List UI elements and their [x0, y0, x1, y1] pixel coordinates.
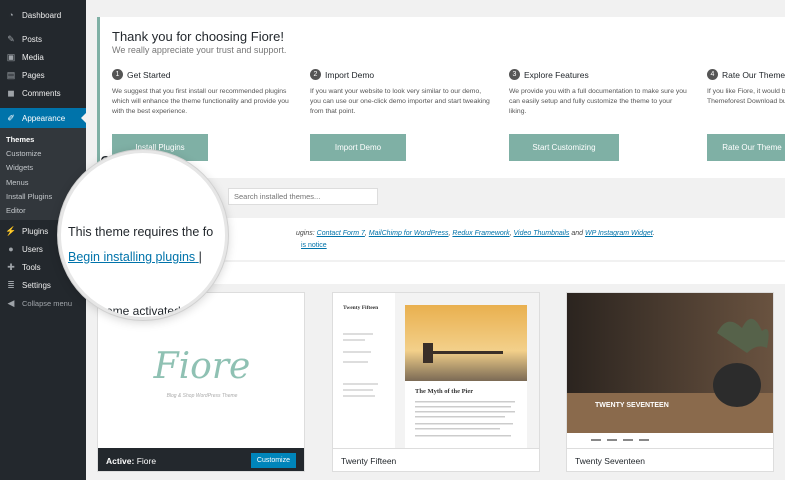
theme-card-fiore[interactable]: Fiore Blog & Shop WordPress Theme Active…	[97, 292, 305, 472]
theme-card-twenty-fifteen[interactable]: Twenty Fifteen The Myth of the Pier Twen…	[332, 292, 540, 472]
sidebar-item-label: Posts	[22, 34, 43, 44]
step-description: If you want your website to look very si…	[310, 88, 490, 115]
step-number: 1	[112, 69, 123, 80]
sidebar-item-label: Pages	[22, 70, 45, 80]
step-number: 3	[509, 69, 520, 80]
start-customizing-button[interactable]: Start Customizing	[509, 134, 619, 161]
step-rate-theme: 4 Rate Our Theme If you like Fiore, it wo…	[707, 69, 785, 107]
submenu-install-plugins[interactable]: Install Plugins	[6, 192, 52, 201]
step-description: We suggest that you first install our re…	[112, 88, 289, 115]
step-explore-features: 3 Explore Features We provide you with a …	[509, 69, 689, 117]
sidebar-item-media[interactable]: ▣ Media	[0, 48, 86, 66]
customize-button[interactable]: Customize	[250, 453, 296, 468]
theme-screenshot: TWENTY SEVENTEEN	[567, 293, 773, 448]
collapse-icon: ◀	[7, 297, 15, 308]
welcome-subtitle: We really appreciate your trust and supp…	[112, 45, 287, 55]
sidebar-item-pages[interactable]: ▤ Pages	[0, 66, 86, 84]
begin-installing-plugins-link[interactable]: Begin installing plugins |	[68, 250, 202, 264]
plugin-link-contact-form-7[interactable]: Contact Form 7	[317, 230, 365, 237]
collapse-menu-button[interactable]: ◀ Collapse menu	[0, 294, 86, 312]
preview-site-title: TWENTY SEVENTEEN	[595, 402, 669, 409]
submenu-widgets[interactable]: Widgets	[6, 163, 33, 172]
pin-icon: ✎	[7, 33, 15, 44]
theme-screenshot: Twenty Fifteen The Myth of the Pier	[333, 293, 539, 448]
sidebar-item-dashboard[interactable]: ◔ Dashboard	[0, 6, 86, 24]
lens-notice-text: This theme requires the fo	[68, 225, 214, 239]
step-number: 2	[310, 69, 321, 80]
active-theme-footer: Active: Fiore Customize	[98, 448, 304, 471]
active-label: Active:	[106, 455, 135, 466]
preview-site-title: Twenty Fifteen	[343, 305, 378, 311]
welcome-panel: Thank you for choosing Fiore! We really …	[97, 17, 785, 178]
sidebar-item-label: Dashboard	[22, 10, 62, 20]
dashboard-icon: ◔	[8, 10, 14, 20]
notice-plugin-list: ugins: Contact Form 7, MailChimp for Wor…	[296, 230, 655, 237]
settings-icon: ≣	[7, 279, 15, 290]
sidebar-item-label: Settings	[22, 280, 51, 290]
theme-footer: Twenty Seventeen	[567, 448, 773, 471]
sidebar-item-label: Users	[22, 244, 43, 254]
step-title: Import Demo	[325, 69, 375, 80]
sidebar-item-label: Tools	[22, 262, 41, 272]
magnifier-callout: This theme requires the fo Begin install…	[58, 150, 228, 320]
notice-and: and	[571, 230, 584, 237]
sidebar-item-posts[interactable]: ✎ Posts	[0, 30, 86, 48]
sidebar-item-appearance[interactable]: ✐ Appearance	[0, 108, 86, 128]
brush-icon: ✐	[7, 112, 15, 123]
step-number: 4	[707, 69, 718, 80]
theme-name: Twenty Fifteen	[341, 456, 397, 466]
plugin-link-wp-instagram[interactable]: WP Instagram Widget	[585, 230, 653, 237]
lens-activated-text: theme activated	[96, 304, 181, 318]
submenu-themes[interactable]: Themes	[6, 135, 34, 144]
sidebar-item-comments[interactable]: ◼ Comments	[0, 84, 86, 102]
step-title: Rate Our Theme	[722, 69, 785, 80]
sidebar-item-label: Comments	[22, 88, 61, 98]
welcome-title: Thank you for choosing Fiore!	[112, 29, 284, 44]
link-separator: |	[198, 250, 202, 264]
dismiss-notice-link[interactable]: is notice	[301, 242, 327, 249]
theme-name: Fiore	[136, 455, 157, 466]
preview-post-title: The Myth of the Pier	[415, 388, 473, 395]
plugin-link-mailchimp[interactable]: MailChimp for WordPress	[369, 230, 449, 237]
step-title: Explore Features	[524, 69, 589, 80]
notice-prefix: ugins:	[296, 230, 315, 237]
submenu-menus[interactable]: Menus	[6, 178, 29, 187]
begin-installing-label: Begin installing plugins	[68, 250, 196, 264]
sidebar-item-label: Media	[22, 52, 44, 62]
sidebar-item-label: Plugins	[22, 226, 49, 236]
submenu-customize[interactable]: Customize	[6, 149, 41, 158]
plug-icon: ⚡	[5, 225, 17, 236]
wrench-icon: ✚	[7, 261, 15, 272]
theme-card-twenty-seventeen[interactable]: TWENTY SEVENTEEN Twenty Seventeen	[566, 292, 774, 472]
fiore-tagline: Blog & Shop WordPress Theme	[167, 393, 238, 399]
step-description: If you like Fiore, it would be great if …	[707, 88, 785, 105]
submenu-editor[interactable]: Editor	[6, 206, 26, 215]
sidebar-item-label: Appearance	[22, 113, 66, 123]
pages-icon: ▤	[6, 69, 16, 80]
theme-footer: Twenty Fifteen	[333, 448, 539, 471]
step-description: We provide you with a full documentation…	[509, 88, 687, 115]
user-icon: ●	[8, 244, 14, 254]
step-get-started: 1 Get Started We suggest that you first i…	[112, 69, 292, 117]
fiore-logo-text: Fiore	[153, 346, 251, 387]
plugin-link-redux[interactable]: Redux Framework	[452, 230, 509, 237]
plugin-link-video-thumbnails[interactable]: Video Thumbnails	[514, 230, 570, 237]
media-icon: ▣	[6, 51, 16, 62]
comment-icon: ◼	[7, 87, 15, 98]
sidebar-item-label: Collapse menu	[22, 298, 73, 308]
step-import-demo: 2 Import Demo If you want your website to…	[310, 69, 490, 117]
import-demo-button[interactable]: Import Demo	[310, 134, 406, 161]
twenty-fifteen-preview: Twenty Fifteen The Myth of the Pier	[333, 293, 527, 448]
theme-name: Twenty Seventeen	[575, 456, 645, 466]
twenty-seventeen-preview: TWENTY SEVENTEEN	[567, 293, 773, 448]
step-title: Get Started	[127, 69, 171, 80]
search-themes-input[interactable]	[228, 188, 378, 205]
rate-theme-button[interactable]: Rate Our Theme	[707, 134, 785, 161]
